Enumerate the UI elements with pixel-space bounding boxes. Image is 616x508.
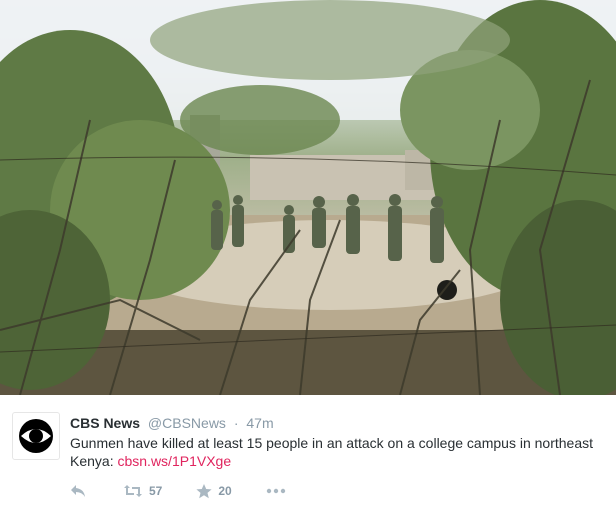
avatar[interactable]	[12, 412, 60, 460]
reply-icon	[71, 485, 85, 497]
reply-button[interactable]	[70, 484, 90, 498]
more-button[interactable]	[266, 488, 286, 494]
tweet-header: CBS News @CBSNews · 47m	[70, 415, 274, 431]
tweet-card: CBS News @CBSNews · 47m Gunmen have kill…	[0, 0, 616, 508]
display-name[interactable]: CBS News	[70, 415, 140, 431]
favorite-count: 20	[218, 484, 232, 498]
timestamp[interactable]: 47m	[246, 415, 273, 431]
photo-scene	[0, 0, 616, 395]
retweet-button[interactable]: 57	[123, 484, 162, 498]
tweet-actions: 57 20	[70, 481, 286, 501]
retweet-icon	[124, 485, 142, 497]
tweet-text: Gunmen have killed at least 15 people in…	[70, 434, 610, 470]
more-dots-icon	[266, 488, 285, 494]
favorite-button[interactable]: 20	[196, 483, 232, 499]
tweet-link[interactable]: cbsn.ws/1P1VXge	[117, 453, 231, 469]
separator: ·	[233, 415, 239, 431]
retweet-count: 57	[149, 484, 163, 498]
cbs-eye-logo-icon	[19, 419, 53, 453]
tweet-photo[interactable]	[0, 0, 616, 395]
user-handle[interactable]: @CBSNews	[148, 415, 226, 431]
star-icon	[196, 483, 212, 498]
tweet-body: CBS News @CBSNews · 47m Gunmen have kill…	[0, 395, 616, 508]
